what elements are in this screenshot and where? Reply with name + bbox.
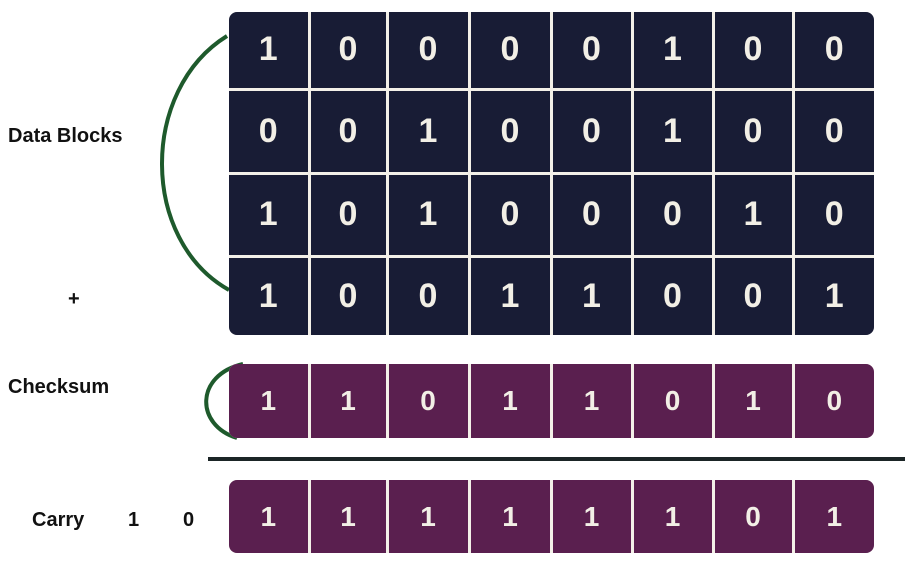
data-block-cell: 0 bbox=[552, 90, 631, 172]
data-block-cell: 0 bbox=[388, 257, 468, 335]
result-cell: 1 bbox=[229, 480, 308, 553]
checksum-cell: 0 bbox=[633, 364, 712, 438]
carry-bit: 0 bbox=[183, 509, 195, 531]
data-block-cell: 1 bbox=[388, 90, 468, 172]
data-block-cell: 1 bbox=[794, 257, 874, 335]
result-cell: 1 bbox=[470, 480, 550, 553]
data-block-cell: 0 bbox=[633, 257, 712, 335]
data-block-cell: 1 bbox=[552, 257, 631, 335]
carry-label: Carry bbox=[32, 509, 85, 531]
data-block-cell: 0 bbox=[470, 12, 550, 88]
data-block-cell: 1 bbox=[470, 257, 550, 335]
data-block-cell: 0 bbox=[794, 12, 874, 88]
result-cell: 1 bbox=[388, 480, 468, 553]
data-block-cell: 0 bbox=[310, 257, 386, 335]
data-block-cell: 0 bbox=[552, 12, 631, 88]
checksum-label: Checksum bbox=[8, 376, 110, 398]
result-cell: 1 bbox=[794, 480, 874, 553]
result-cell: 1 bbox=[552, 480, 631, 553]
carry-bit: 1 bbox=[128, 509, 140, 531]
result-cell: 1 bbox=[310, 480, 386, 553]
checksum-cell: 0 bbox=[388, 364, 468, 438]
data-block-cell: 1 bbox=[633, 12, 712, 88]
result-row: 11111101 bbox=[229, 480, 874, 553]
data-block-cell: 0 bbox=[229, 90, 308, 172]
data-block-cell: 0 bbox=[310, 90, 386, 172]
data-block-cell: 0 bbox=[470, 90, 550, 172]
data-block-cell: 0 bbox=[794, 174, 874, 255]
data-block-cell: 0 bbox=[310, 174, 386, 255]
data-block-cell: 0 bbox=[310, 12, 386, 88]
plus-sign: + bbox=[68, 288, 80, 310]
data-blocks-bracket-icon bbox=[160, 34, 230, 292]
data-block-cell: 1 bbox=[229, 257, 308, 335]
checksum-cell: 1 bbox=[714, 364, 792, 438]
data-block-cell: 0 bbox=[633, 174, 712, 255]
checksum-cell: 1 bbox=[229, 364, 308, 438]
data-block-cell: 0 bbox=[714, 257, 792, 335]
sum-divider bbox=[208, 457, 905, 461]
data-block-cell: 0 bbox=[470, 174, 550, 255]
data-block-cell: 0 bbox=[794, 90, 874, 172]
checksum-cell: 0 bbox=[794, 364, 874, 438]
result-cell: 1 bbox=[633, 480, 712, 553]
data-block-cell: 0 bbox=[552, 174, 631, 255]
data-block-cell: 0 bbox=[714, 12, 792, 88]
data-block-cell: 0 bbox=[388, 12, 468, 88]
data-block-cell: 1 bbox=[388, 174, 468, 255]
checksum-cell: 1 bbox=[470, 364, 550, 438]
data-blocks-label: Data Blocks bbox=[8, 125, 123, 147]
data-block-cell: 1 bbox=[229, 174, 308, 255]
data-block-cell: 1 bbox=[633, 90, 712, 172]
data-block-cell: 1 bbox=[714, 174, 792, 255]
data-blocks-grid: 10000100001001001010001010011001 bbox=[229, 12, 874, 335]
result-cell: 0 bbox=[714, 480, 792, 553]
checksum-cell: 1 bbox=[310, 364, 386, 438]
data-block-cell: 1 bbox=[229, 12, 308, 88]
data-block-cell: 0 bbox=[714, 90, 792, 172]
checksum-cell: 1 bbox=[552, 364, 631, 438]
checksum-row: 11011010 bbox=[229, 364, 874, 438]
